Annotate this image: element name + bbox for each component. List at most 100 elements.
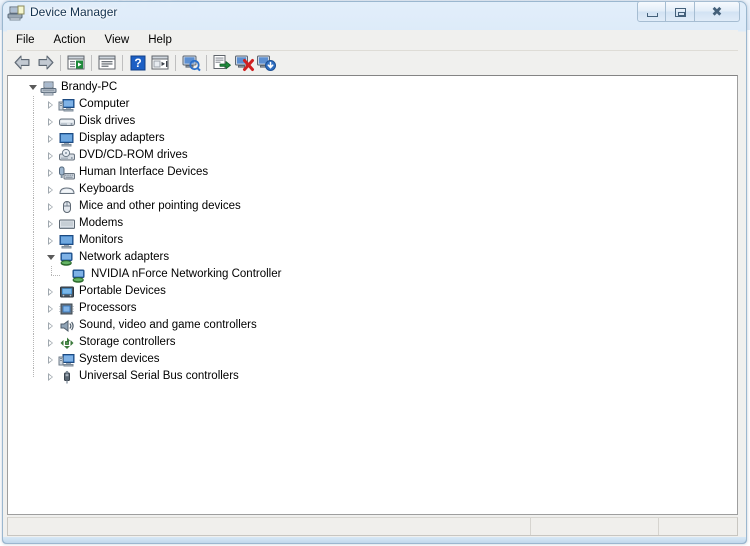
expander-system-devices[interactable] <box>44 351 58 368</box>
disable-device-button[interactable] <box>255 52 277 73</box>
status-segment-1 <box>8 518 531 535</box>
tree-item-label: Portable Devices <box>79 285 166 297</box>
tree-line <box>33 198 34 215</box>
scan-for-hardware-changes-button[interactable] <box>180 52 202 73</box>
tree-item-monitors[interactable]: Monitors <box>8 232 737 249</box>
tree-item-storage-controllers[interactable]: Storage controllers <box>8 334 737 351</box>
chevron-right-icon <box>48 356 53 364</box>
expander-modems[interactable] <box>44 215 58 232</box>
minimize-button[interactable] <box>637 1 666 22</box>
tree-line <box>33 147 34 164</box>
portable-device-icon <box>58 284 76 300</box>
dvd-drive-icon <box>58 148 76 164</box>
modem-icon <box>58 216 76 232</box>
update-driver-button[interactable] <box>211 52 233 73</box>
network-adapter-icon <box>58 250 76 266</box>
tree-item-network-adapters[interactable]: Network adapters <box>8 249 737 266</box>
expander-sound-controllers[interactable] <box>44 317 58 334</box>
tree-line <box>33 283 34 300</box>
tree-line <box>33 96 34 113</box>
expander-usb-controllers[interactable] <box>44 368 58 385</box>
menu-item-action[interactable]: Action <box>45 32 95 49</box>
chevron-down-icon <box>29 85 37 90</box>
tree-item-dvd-cdrom-drives[interactable]: DVD/CD-ROM drives <box>8 147 737 164</box>
tree-item-label: Computer <box>79 98 130 110</box>
tree-item-keyboards[interactable]: Keyboards <box>8 181 737 198</box>
tree-item-processors[interactable]: Processors <box>8 300 737 317</box>
svg-text:?: ? <box>134 56 141 70</box>
expander-processors[interactable] <box>44 300 58 317</box>
tree-item-label: System devices <box>79 353 160 365</box>
expander-mice[interactable] <box>44 198 58 215</box>
expander-monitors[interactable] <box>44 232 58 249</box>
tree-line <box>33 368 34 377</box>
forward-button[interactable] <box>34 52 56 73</box>
tree-item-label: DVD/CD-ROM drives <box>79 149 188 161</box>
menu-item-view[interactable]: View <box>96 32 139 49</box>
toolbar-separator-2 <box>91 54 92 71</box>
expander-computer[interactable] <box>44 96 58 113</box>
computer-root-icon <box>40 80 58 96</box>
expander-human-interface-devices[interactable] <box>44 164 58 181</box>
tree-item-computer[interactable]: Computer <box>8 96 737 113</box>
tree-line <box>33 266 34 283</box>
properties-button[interactable] <box>96 52 118 73</box>
expander-storage-controllers[interactable] <box>44 334 58 351</box>
menu-item-help[interactable]: Help <box>139 32 181 49</box>
close-button[interactable]: ✖ <box>695 1 740 22</box>
tree-item-mice-and-other-pointing-devices[interactable]: Mice and other pointing devices <box>8 198 737 215</box>
chevron-right-icon <box>48 186 53 194</box>
tree-item-label: Modems <box>79 217 124 229</box>
device-tree-panel[interactable]: Brandy-PC Computer Disk drives Display a… <box>7 75 738 515</box>
tree-line-elbow-vertical <box>51 266 52 275</box>
sound-controller-icon <box>58 318 76 334</box>
toolbar-separator-3 <box>122 54 123 71</box>
tree-item-nvidia-nforce-networking-controller[interactable]: NVIDIA nForce Networking Controller <box>8 266 737 283</box>
tree-item-sound-video-and-game-controllers[interactable]: Sound, video and game controllers <box>8 317 737 334</box>
chevron-right-icon <box>48 237 53 245</box>
tree-root-row[interactable]: Brandy-PC <box>8 79 737 96</box>
expander-keyboards[interactable] <box>44 181 58 198</box>
tree-item-universal-serial-bus-controllers[interactable]: Universal Serial Bus controllers <box>8 368 737 385</box>
expander-network-adapters[interactable] <box>44 249 58 266</box>
restore-icon <box>675 8 686 17</box>
tree-item-label: Universal Serial Bus controllers <box>79 370 239 382</box>
maximize-button[interactable] <box>666 1 695 22</box>
help-button[interactable]: ? <box>127 52 149 73</box>
back-button[interactable] <box>12 52 34 73</box>
tree-item-disk-drives[interactable]: Disk drives <box>8 113 737 130</box>
tree-item-system-devices[interactable]: System devices <box>8 351 737 368</box>
tree-line <box>33 351 34 368</box>
root-expander[interactable] <box>26 79 40 96</box>
tree-item-portable-devices[interactable]: Portable Devices <box>8 283 737 300</box>
tree-item-display-adapters[interactable]: Display adapters <box>8 130 737 147</box>
tree-line <box>33 317 34 334</box>
system-device-icon <box>58 352 76 368</box>
view-button[interactable] <box>149 52 171 73</box>
expander-dvd-cdrom-drives[interactable] <box>44 147 58 164</box>
show-hide-console-tree-button[interactable] <box>65 52 87 73</box>
expander-disk-drives[interactable] <box>44 113 58 130</box>
tree-line <box>33 334 34 351</box>
chevron-right-icon <box>48 101 53 109</box>
window-title: Device Manager <box>30 5 118 19</box>
hid-icon <box>58 165 76 181</box>
tree-line <box>33 181 34 198</box>
expander-portable-devices[interactable] <box>44 283 58 300</box>
tree-item-label: Disk drives <box>79 115 136 127</box>
menu-item-file[interactable]: File <box>7 32 44 49</box>
tree-item-label: Keyboards <box>79 183 134 195</box>
chevron-right-icon <box>48 118 53 126</box>
tree-item-human-interface-devices[interactable]: Human Interface Devices <box>8 164 737 181</box>
tree-root-label: Brandy-PC <box>61 81 118 93</box>
processor-icon <box>58 301 76 317</box>
expander-display-adapters[interactable] <box>44 130 58 147</box>
device-tree: Brandy-PC Computer Disk drives Display a… <box>8 79 737 385</box>
device-manager-icon <box>7 5 25 22</box>
uninstall-device-button[interactable] <box>233 52 255 73</box>
titlebar[interactable]: Device Manager ✖ <box>0 0 745 29</box>
monitor-icon <box>58 233 76 249</box>
chevron-down-icon <box>47 255 55 260</box>
usb-controller-icon <box>58 369 76 385</box>
tree-item-modems[interactable]: Modems <box>8 215 737 232</box>
